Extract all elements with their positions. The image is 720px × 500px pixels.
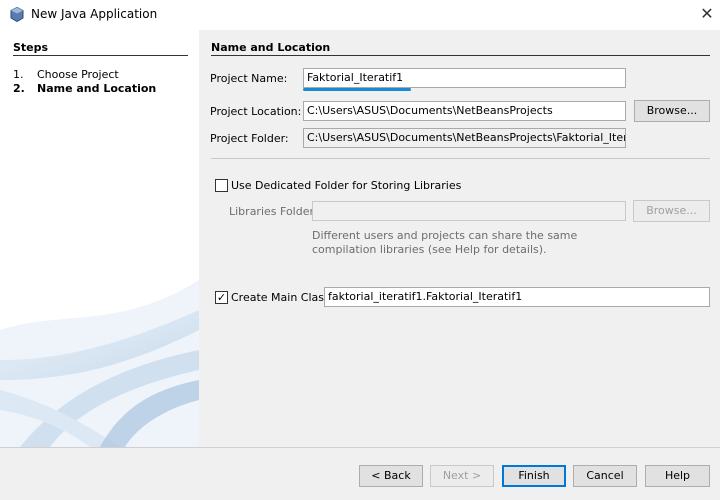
step-number: 1.: [13, 68, 24, 81]
close-icon[interactable]: ✕: [697, 4, 717, 24]
cancel-button[interactable]: Cancel: [573, 465, 637, 487]
project-location-input[interactable]: C:\Users\ASUS\Documents\NetBeansProjects: [303, 101, 626, 121]
main-class-input[interactable]: faktorial_iteratif1.Faktorial_Iteratif1: [324, 287, 710, 307]
step-label: Name and Location: [37, 82, 157, 95]
create-main-class-checkbox[interactable]: ✓: [215, 291, 228, 304]
checkmark-icon: ✓: [216, 291, 227, 304]
browse-libraries-button: Browse...: [633, 200, 710, 222]
dedicated-folder-checkbox[interactable]: [215, 179, 228, 192]
title-bar: New Java Application ✕: [0, 0, 720, 30]
next-button: Next >: [430, 465, 494, 487]
section-divider: [211, 55, 710, 56]
project-folder-label: Project Folder:: [210, 132, 289, 145]
steps-title: Steps: [13, 41, 49, 54]
spellcheck-underline: [303, 88, 411, 91]
section-title: Name and Location: [211, 41, 331, 54]
create-main-class-label: Create Main Class: [231, 291, 330, 304]
step-choose-project: 1. Choose Project: [13, 68, 119, 81]
back-button[interactable]: < Back: [359, 465, 423, 487]
separator: [211, 158, 710, 159]
content-panel: Name and Location Project Name: Faktoria…: [199, 30, 720, 447]
step-number: 2.: [13, 82, 25, 95]
button-bar: < Back Next > Finish Cancel Help: [0, 447, 720, 500]
window-title: New Java Application: [31, 7, 158, 21]
libraries-help-text: Different users and projects can share t…: [312, 229, 578, 256]
step-name-and-location: 2. Name and Location: [13, 82, 156, 95]
libraries-folder-input: [312, 201, 626, 221]
project-folder-field: C:\Users\ASUS\Documents\NetBeansProjects…: [303, 128, 626, 148]
project-location-label: Project Location:: [210, 105, 302, 118]
browse-location-button[interactable]: Browse...: [634, 100, 710, 122]
steps-divider: [13, 55, 188, 56]
libraries-folder-label: Libraries Folder:: [229, 205, 318, 218]
help-button[interactable]: Help: [645, 465, 710, 487]
finish-button[interactable]: Finish: [502, 465, 566, 487]
java-cup-icon: [10, 7, 24, 22]
steps-panel: Steps 1. Choose Project 2. Name and Locati…: [0, 30, 199, 447]
dedicated-folder-label: Use Dedicated Folder for Storing Librari…: [231, 179, 462, 192]
project-name-input[interactable]: Faktorial_Iteratif1: [303, 68, 626, 88]
step-label: Choose Project: [37, 68, 119, 81]
project-name-label: Project Name:: [210, 72, 288, 85]
